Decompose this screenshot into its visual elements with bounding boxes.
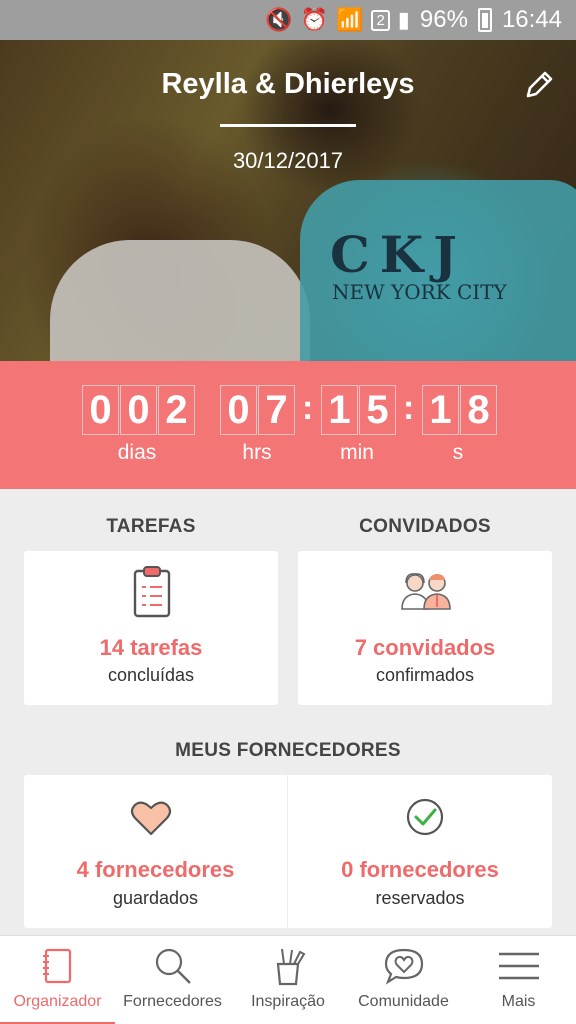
nav-organizador[interactable]: Organizador [0, 936, 115, 1024]
wifi-icon: 📶 [336, 7, 364, 32]
mute-icon: 🔇 [265, 7, 293, 32]
guests-couple-icon [401, 573, 451, 610]
battery-icon [477, 8, 492, 32]
bottom-navigation: Organizador Fornecedores Inspiração Comu… [0, 935, 576, 1024]
status-bar: 🔇 ⏰ 📶 2 ▮ 96% 16:44 [0, 0, 576, 40]
colon-separator: : [302, 389, 314, 427]
checkmark-circle-icon [406, 798, 444, 836]
nav-label: Mais [501, 993, 536, 1010]
nav-label: Inspiração [251, 993, 325, 1010]
tasks-card[interactable]: 14 tarefas concluídas [24, 551, 278, 705]
booked-vendors-count: 0 fornecedores [341, 857, 499, 882]
guests-card[interactable]: 7 convidados confirmados [298, 551, 552, 705]
nav-inspiracao[interactable]: Inspiração [230, 936, 346, 1024]
nav-comunidade[interactable]: Comunidade [346, 936, 461, 1024]
battery-percent: 96% [419, 6, 468, 33]
couple-name: Reylla & Dhierleys [161, 68, 415, 100]
minutes-digit: 5 [359, 385, 396, 435]
booked-vendors-subtitle: reservados [375, 888, 465, 908]
heart-chat-icon [384, 948, 423, 985]
days-digit: 2 [158, 385, 195, 435]
title-underline [220, 124, 356, 127]
edit-pencil-icon[interactable] [522, 68, 556, 102]
alarm-icon: ⏰ [300, 7, 329, 32]
sim-icon: 2 [371, 9, 390, 31]
seconds-digit: 8 [460, 385, 497, 435]
minutes-digit: 1 [321, 385, 358, 435]
guests-title: CONVIDADOS [359, 516, 491, 537]
vendors-title: MEUS FORNECEDORES [175, 740, 401, 761]
days-digit: 0 [82, 385, 119, 435]
saved-vendors-count: 4 fornecedores [76, 857, 235, 882]
seconds-digit: 1 [422, 385, 459, 435]
search-icon [155, 948, 191, 984]
seconds-label: s [452, 441, 464, 464]
wedding-date: 30/12/2017 [232, 148, 344, 173]
minutes-label: min [340, 441, 374, 464]
heart-icon [130, 801, 172, 836]
hours-digit: 0 [220, 385, 257, 435]
days-digit: 0 [120, 385, 157, 435]
nav-label: Comunidade [358, 993, 449, 1010]
saved-vendors-card[interactable]: 4 fornecedores guardados [24, 775, 287, 928]
nav-fornecedores[interactable]: Fornecedores [115, 936, 230, 1024]
countdown-panel: 0 0 2 0 7 : 1 5 : 1 8 dias hrs min s [0, 361, 576, 489]
nav-label: Organizador [13, 993, 102, 1010]
colon-separator: : [403, 389, 415, 427]
signal-icon: ▮ [397, 7, 410, 32]
hours-digit: 7 [258, 385, 295, 435]
tasks-count: 14 tarefas [99, 635, 203, 660]
inspiration-cup-icon [276, 948, 306, 986]
booked-vendors-card[interactable]: 0 fornecedores reservados [288, 775, 552, 928]
saved-vendors-subtitle: guardados [112, 888, 199, 908]
notebook-icon [42, 948, 71, 984]
guests-subtitle: confirmados [375, 665, 475, 685]
tasks-subtitle: concluídas [107, 665, 195, 685]
status-icons: 🔇 ⏰ 📶 2 ▮ [265, 7, 410, 33]
nav-label: Fornecedores [123, 993, 222, 1010]
days-label: dias [117, 441, 157, 464]
tasks-title: TAREFAS [106, 516, 196, 537]
clock: 16:44 [501, 6, 562, 33]
menu-icon [498, 952, 539, 980]
hours-label: hrs [242, 441, 272, 464]
guests-count: 7 convidados [354, 635, 496, 660]
clipboard-icon [133, 566, 171, 618]
nav-mais[interactable]: Mais [461, 936, 576, 1024]
